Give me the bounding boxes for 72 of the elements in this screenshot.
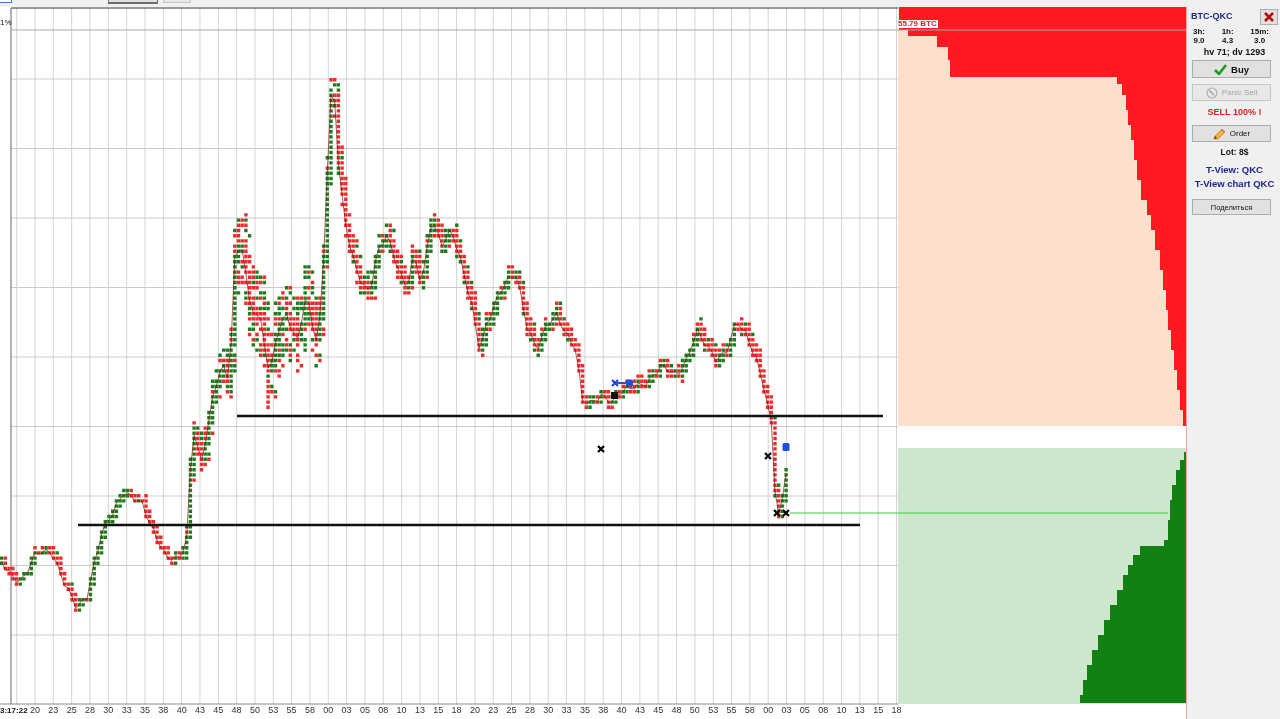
buy-button[interactable]: Buy — [1192, 60, 1271, 78]
lot-size: Lot: 8$ — [1220, 147, 1249, 158]
time-axis-label: 18 — [451, 705, 462, 715]
sell-notice: SELL 100% ! — [1207, 107, 1262, 118]
tview-link[interactable]: T-View: QKC — [1206, 164, 1263, 175]
time-axis-label: 00 — [763, 705, 774, 715]
time-axis-label: 45 — [653, 705, 664, 715]
interval-label: 1h: — [1221, 27, 1234, 36]
tview-link[interactable]: T-View chart QKC — [1194, 178, 1275, 189]
interval-value: 3.0 — [1254, 36, 1266, 45]
time-axis-label: 05 — [799, 705, 810, 715]
pair-title: BTC-QKC — [1191, 11, 1233, 21]
time-axis-label: 45 — [213, 705, 224, 715]
time-axis-label: 28 — [524, 705, 535, 715]
time-axis-label: 50 — [249, 705, 260, 715]
time-axis-label: 20 — [469, 705, 480, 715]
time-axis-label: 03 — [341, 705, 352, 715]
time-axis-label: 35 — [579, 705, 590, 715]
time-axis-label: 58 — [744, 705, 755, 715]
volume-label: 55.79 BTC — [897, 20, 938, 28]
interval-label: 15m: — [1250, 27, 1269, 36]
time-axis-label: 05 — [359, 705, 370, 715]
time-axis-label: 38 — [158, 705, 169, 715]
time-axis-label: 08 — [818, 705, 829, 715]
toolbar-field[interactable] — [0, 0, 12, 3]
time-axis-label: 03 — [781, 705, 792, 715]
time-axis-label: 13 — [854, 705, 865, 715]
time-axis-label: 55 — [726, 705, 737, 715]
time-axis-label: 50 — [689, 705, 700, 715]
prohibited-icon — [1205, 86, 1218, 99]
time-axis-label: 53 — [268, 705, 279, 715]
close-icon — [1264, 12, 1274, 22]
time-axis-label: 55 — [286, 705, 297, 715]
pencil-icon — [1212, 127, 1226, 140]
time-axis-label: 08 — [378, 705, 389, 715]
time-axis-label: 20 — [30, 705, 40, 715]
time-axis-label: 23 — [48, 705, 59, 715]
time-axis-label: 30 — [543, 705, 554, 715]
interval-value: 4.3 — [1222, 36, 1234, 45]
time-axis-label: 33 — [121, 705, 132, 715]
time-axis-label: 48 — [231, 705, 242, 715]
time-axis-label: 53 — [708, 705, 719, 715]
interval-label: 3h: — [1193, 27, 1205, 36]
close-button[interactable] — [1260, 9, 1278, 25]
time-axis-label: 18 — [891, 705, 902, 715]
time-axis-label: 15 — [873, 705, 884, 715]
time-axis-label: 40 — [616, 705, 627, 715]
check-icon — [1214, 63, 1227, 75]
order-button[interactable]: Order — [1192, 125, 1271, 142]
time-axis-label: 30 — [103, 705, 114, 715]
time-axis-label: 58 — [304, 705, 315, 715]
time-axis-label: 28 — [85, 705, 95, 715]
time-axis-label: 35 — [139, 705, 150, 715]
time-axis-label: 3:17:22 — [0, 706, 28, 715]
time-axis-label: 10 — [836, 705, 847, 715]
interval-value: 9.0 — [1193, 36, 1205, 45]
toolbar-button[interactable] — [108, 0, 158, 4]
time-axis-label: 13 — [414, 705, 425, 715]
time-axis-label: 10 — [396, 705, 407, 715]
time-axis-label: 48 — [671, 705, 682, 715]
time-axis-label: 43 — [194, 705, 205, 715]
time-axis-label: 23 — [488, 705, 499, 715]
time-axis-label: 40 — [176, 705, 187, 715]
time-axis-label: 00 — [323, 705, 334, 715]
time-axis-label: 33 — [561, 705, 572, 715]
time-axis-label: 38 — [598, 705, 609, 715]
time-axis-label: 25 — [66, 705, 77, 715]
volume-info: hv 71; dv 1293 — [1203, 47, 1266, 58]
time-axis-label: 43 — [634, 705, 645, 715]
y-axis-label: 1% — [0, 18, 12, 27]
time-axis-label: 25 — [506, 705, 517, 715]
time-axis-label: 15 — [433, 705, 444, 715]
